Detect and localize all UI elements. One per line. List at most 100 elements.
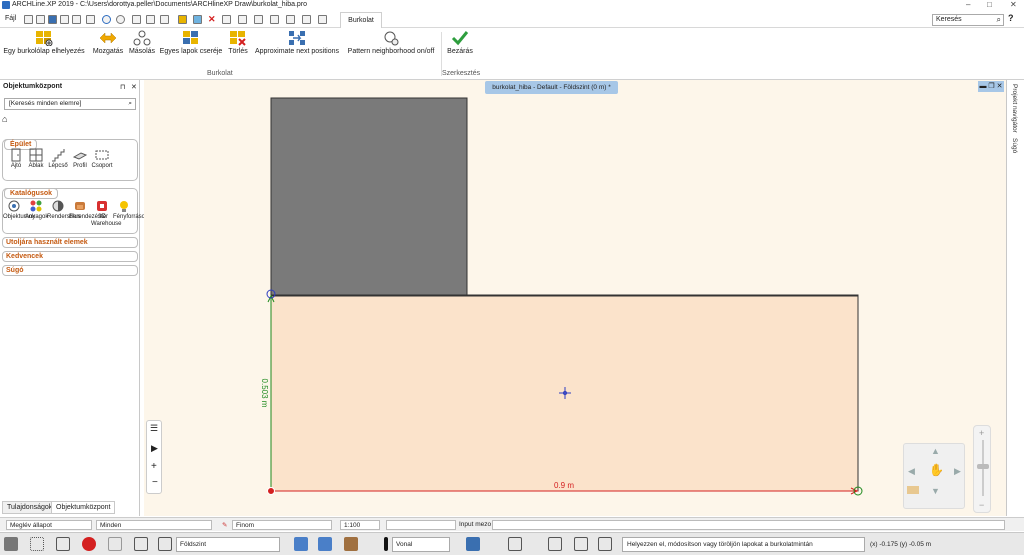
item-furnishing[interactable]: Berendezéstér [69,199,108,221]
item-door[interactable]: Ajtó [5,148,27,170]
save-as-icon[interactable] [60,15,69,24]
input-value-field[interactable] [386,520,456,530]
delete-button[interactable]: Törlés [226,30,250,55]
item-profile[interactable]: Profil [69,148,91,170]
tab-object-center[interactable]: Objektumközpont [51,501,116,514]
nav-right-icon[interactable]: ▶ [954,466,961,477]
help-button[interactable]: ? [1008,13,1014,23]
zoom-minus-icon[interactable]: − [152,477,158,488]
line-tool-icon[interactable] [222,15,231,24]
undo-icon[interactable] [102,15,111,24]
nav-down-icon[interactable]: ▼ [931,486,940,496]
floor-up-icon[interactable] [294,537,308,551]
pen-icon[interactable] [193,15,202,24]
layer-state-select[interactable]: Meglév állapot [6,520,92,530]
send-icon[interactable] [508,537,522,551]
magnet-icon[interactable] [82,537,96,551]
close-edit-button[interactable]: Bezárás [443,30,477,55]
paste-icon[interactable] [160,15,169,24]
item-group[interactable]: Csoport [91,148,113,170]
select-cursor-icon[interactable] [134,537,148,551]
copy-button[interactable]: Másolás [128,30,156,55]
offset-icon[interactable] [286,15,295,24]
drawing-svg[interactable]: 0.503 m 0.9 m [144,80,1006,516]
dark-tile-region[interactable] [270,97,468,296]
pan-hand-icon[interactable]: ✋ [929,463,944,477]
tab-help[interactable]: Súgó [1011,138,1018,153]
item-stairs[interactable]: Lépcső [47,148,69,170]
tab-burkolat[interactable]: Burkolat [340,12,382,28]
move-button[interactable]: Mozgatás [90,30,126,55]
angle-icon[interactable] [108,537,122,551]
view-3d-icon[interactable] [318,15,327,24]
drawing-canvas[interactable]: 0.503 m 0.9 m [144,80,1006,516]
new-icon[interactable] [24,15,33,24]
swatch-icon[interactable] [907,486,919,494]
input-field[interactable] [492,520,1005,530]
measure-icon[interactable] [548,537,562,551]
approx-positions-button[interactable]: Approximate next positions [252,30,342,55]
nav-left-icon[interactable]: ◀ [908,466,915,477]
play-icon[interactable]: ▶ [151,443,158,454]
paint-brush-icon[interactable] [178,15,187,24]
filter-select[interactable]: Minden [96,520,212,530]
close-panel-icon[interactable]: ✕ [131,83,137,91]
section-help[interactable]: Súgó [2,265,138,276]
item-3d-warehouse[interactable]: 3D Warehouse [91,199,121,228]
fill-icon[interactable] [466,537,480,551]
line-weight-select[interactable]: Finom [232,520,332,530]
list-view-icon[interactable] [158,537,172,551]
document-window-controls[interactable]: ▬ ❐ ✕ [978,81,1004,92]
section-favorites[interactable]: Kedvencek [2,251,138,262]
swap-tiles-button[interactable]: Egyes lapok cseréje [158,30,224,55]
copy-icon[interactable] [146,15,155,24]
align-icon[interactable] [254,15,263,24]
item-window[interactable]: Ablak [25,148,47,170]
settings-gear-icon[interactable] [4,537,18,551]
file-menu[interactable]: Fájl [5,15,16,22]
join-icon[interactable] [302,15,311,24]
floor-down-icon[interactable] [318,537,332,551]
minimize-button[interactable]: – [966,0,970,10]
tab-project-navigator[interactable]: Projekt navigátor [1011,84,1018,133]
zoom-in-icon[interactable]: + [979,428,984,438]
delete-x-icon[interactable]: ✕ [208,15,217,24]
tab-properties[interactable]: Tulajdonságok [2,501,58,514]
cut-icon[interactable] [132,15,141,24]
pen-icon[interactable]: ✎ [222,521,227,529]
snap-frame-icon[interactable] [56,537,70,551]
list-icon[interactable]: ☰ [150,423,158,434]
home-icon[interactable]: ⌂ [2,114,12,124]
print-icon[interactable] [86,15,95,24]
item-render-style[interactable]: Renderstílus [47,199,81,221]
item-objects[interactable]: Objektumok [3,199,35,221]
search-icon[interactable]: ⌕ [997,15,1001,25]
item-light-sources[interactable]: Fényforrások [113,199,148,221]
zoom-handle[interactable] [977,464,989,469]
export-icon[interactable] [72,15,81,24]
object-search-input[interactable]: [Keresés minden elemre] ⌕ [4,98,136,110]
pin-icon[interactable]: ⊓ [120,83,125,91]
document-tab[interactable]: burkolat_hiba - Default - Földszint (0 m… [485,81,618,94]
base-point-marker[interactable] [267,487,275,495]
section-katalogusok-header[interactable]: Katalógusok [4,188,59,199]
grid-icon[interactable] [30,537,44,551]
color-swatch[interactable] [384,537,388,551]
ruler-icon[interactable] [574,537,588,551]
maximize-button[interactable]: □ [987,0,992,10]
zoom-out-icon[interactable]: − [979,500,984,510]
line-type-select[interactable]: Vonal [392,537,450,552]
save-icon[interactable] [48,15,57,24]
section-recent[interactable]: Utoljára használt elemek [2,237,138,248]
search-input[interactable]: Keresés ⌕ [932,14,1004,26]
scale-select[interactable]: 1:100 [340,520,380,530]
floor-select[interactable]: Földszint [176,537,280,552]
close-button[interactable]: ✕ [1010,0,1017,10]
place-tile-button[interactable]: Egy burkolólap elhelyezés [3,30,85,55]
redo-icon[interactable] [116,15,125,24]
hammer-icon[interactable] [344,537,358,551]
zoom-slider[interactable]: + − [973,425,991,513]
zoom-plus-icon[interactable]: + [151,461,157,472]
nav-up-icon[interactable]: ▲ [931,446,940,456]
wall-tool-icon[interactable] [238,15,247,24]
